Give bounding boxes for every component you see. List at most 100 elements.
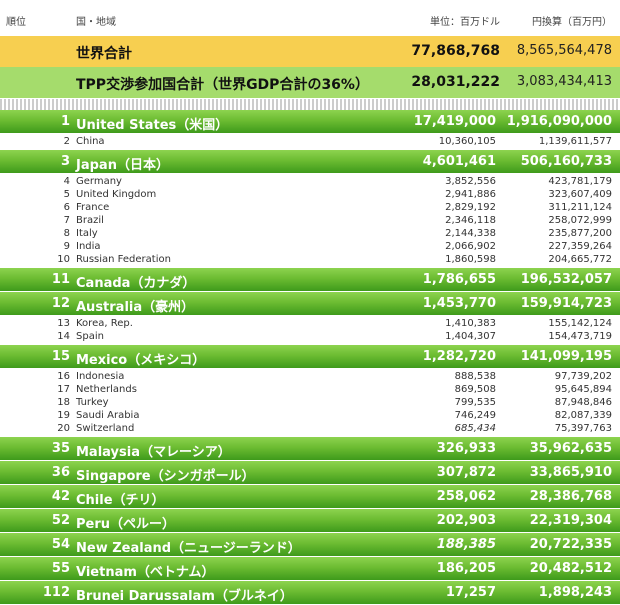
country-row: 16 Indonesia 888,538 97,739,202	[0, 371, 620, 384]
gdp-usd: 17,419,000	[413, 114, 496, 129]
gdp-jpy: 75,397,763	[554, 423, 612, 434]
header-country: 国・地域	[76, 17, 116, 28]
gdp-usd: 186,205	[436, 561, 496, 576]
country-row: 18 Turkey 799,535 87,948,846	[0, 397, 620, 410]
rank-cell: 19	[57, 410, 70, 421]
rank-cell: 5	[63, 189, 70, 200]
tpp-total-row: TPP交渉参加国合計（世界GDP合計の36%） 28,031,222 3,083…	[0, 67, 620, 98]
country-name: Peru（ペルー）	[76, 517, 176, 532]
gdp-usd: 2,941,886	[445, 189, 496, 200]
rank-cell: 18	[57, 397, 70, 408]
gdp-usd: 2,144,338	[445, 228, 496, 239]
gdp-jpy: 1,916,090,000	[506, 114, 612, 129]
gdp-jpy: 35,962,635	[529, 441, 612, 456]
country-row: 7 Brazil 2,346,118 258,072,999	[0, 215, 620, 228]
country-name: Indonesia	[76, 371, 125, 382]
rank-cell: 10	[57, 254, 70, 265]
rank-cell: 15	[51, 349, 70, 364]
world-total-row: 世界合計 77,868,768 8,565,564,478	[0, 36, 620, 67]
country-row: 8 Italy 2,144,338 235,877,200	[0, 228, 620, 241]
rank-cell: 35	[51, 441, 70, 456]
country-name: Korea, Rep.	[76, 318, 133, 329]
tpp-country-row: 35 Malaysia（マレーシア） 326,933 35,962,635	[0, 437, 620, 461]
tpp-country-row: 112 Brunei Darussalam（ブルネイ） 17,257 1,898,24…	[0, 581, 620, 605]
country-rows: 1 United States（米国） 17,419,000 1,916,090,00…	[0, 110, 620, 605]
gdp-jpy: 20,482,512	[529, 561, 612, 576]
country-name: Brunei Darussalam（ブルネイ）	[76, 589, 293, 604]
country-name: Canada（カナダ）	[76, 276, 196, 291]
gdp-jpy: 154,473,719	[548, 331, 612, 342]
country-name: Switzerland	[76, 423, 135, 434]
country-name: Brazil	[76, 215, 104, 226]
gdp-usd: 2,346,118	[445, 215, 496, 226]
gdp-jpy: 506,160,733	[520, 154, 612, 169]
gdp-jpy: 155,142,124	[548, 318, 612, 329]
country-name: Japan（日本）	[76, 158, 169, 173]
tpp-country-row: 52 Peru（ペルー） 202,903 22,319,304	[0, 509, 620, 533]
rank-cell: 55	[51, 561, 70, 576]
country-row: 13 Korea, Rep. 1,410,383 155,142,124	[0, 318, 620, 331]
tpp-country-row: 15 Mexico（メキシコ） 1,282,720 141,099,195	[0, 345, 620, 369]
gdp-jpy: 235,877,200	[548, 228, 612, 239]
tpp-country-row: 54 New Zealand（ニュージーランド） 188,385 20,722,335	[0, 533, 620, 557]
gdp-jpy: 1,898,243	[538, 585, 612, 600]
rank-cell: 1	[60, 114, 70, 129]
rank-cell: 112	[42, 585, 70, 600]
rank-cell: 13	[57, 318, 70, 329]
gdp-jpy: 1,139,611,577	[538, 136, 612, 147]
country-name: Malaysia（マレーシア）	[76, 445, 231, 460]
country-name: New Zealand（ニュージーランド）	[76, 541, 301, 556]
world-total-usd: 77,868,768	[411, 43, 500, 59]
country-name: Russian Federation	[76, 254, 171, 265]
country-name: Turkey	[76, 397, 109, 408]
gdp-jpy: 323,607,409	[548, 189, 612, 200]
gdp-usd: 869,508	[454, 384, 496, 395]
country-row: 17 Netherlands 869,508 95,645,894	[0, 384, 620, 397]
country-name: Spain	[76, 331, 104, 342]
tpp-total-label: TPP交渉参加国合計（世界GDP合計の36%）	[76, 77, 369, 93]
gdp-ranking-table: 順位 国・地域 単位：百万ドル 円換算（百万円） 世界合計 77,868,768…	[0, 0, 620, 605]
rank-cell: 12	[51, 296, 70, 311]
country-row: 6 France 2,829,192 311,211,124	[0, 202, 620, 215]
gdp-jpy: 97,739,202	[554, 371, 612, 382]
country-name: China	[76, 136, 105, 147]
rank-cell: 3	[60, 154, 70, 169]
gdp-jpy: 204,665,772	[548, 254, 612, 265]
gdp-jpy: 258,072,999	[548, 215, 612, 226]
gdp-usd: 258,062	[436, 489, 496, 504]
tpp-country-row: 55 Vietnam（ベトナム） 186,205 20,482,512	[0, 557, 620, 581]
gdp-usd: 1,453,770	[422, 296, 496, 311]
gdp-jpy: 82,087,339	[554, 410, 612, 421]
gdp-usd: 685,434	[454, 423, 496, 434]
country-name: Italy	[76, 228, 98, 239]
header-rank: 順位	[6, 17, 26, 28]
rank-cell: 52	[51, 513, 70, 528]
country-row: 4 Germany 3,852,556 423,781,179	[0, 176, 620, 189]
gdp-usd: 888,538	[454, 371, 496, 382]
gdp-usd: 799,535	[454, 397, 496, 408]
gdp-jpy: 33,865,910	[529, 465, 612, 480]
rank-cell: 17	[57, 384, 70, 395]
gdp-jpy: 423,781,179	[548, 176, 612, 187]
gdp-usd: 188,385	[436, 537, 496, 552]
country-row: 10 Russian Federation 1,860,598 204,665,772	[0, 254, 620, 267]
gdp-jpy: 22,319,304	[529, 513, 612, 528]
rank-cell: 16	[57, 371, 70, 382]
tpp-country-row: 3 Japan（日本） 4,601,461 506,160,733	[0, 150, 620, 174]
gdp-usd: 202,903	[436, 513, 496, 528]
country-name: Australia（豪州）	[76, 300, 195, 315]
gdp-jpy: 196,532,057	[520, 272, 612, 287]
tpp-country-row: 12 Australia（豪州） 1,453,770 159,914,723	[0, 292, 620, 316]
gdp-jpy: 227,359,264	[548, 241, 612, 252]
tpp-country-row: 36 Singapore（シンガポール） 307,872 33,865,910	[0, 461, 620, 485]
gdp-usd: 1,860,598	[445, 254, 496, 265]
tpp-total-usd: 28,031,222	[411, 74, 500, 90]
country-name: Vietnam（ベトナム）	[76, 565, 215, 580]
world-total-jpy: 8,565,564,478	[516, 43, 612, 58]
gdp-usd: 2,829,192	[445, 202, 496, 213]
gdp-usd: 1,282,720	[422, 349, 496, 364]
country-name: United Kingdom	[76, 189, 157, 200]
gdp-usd: 326,933	[436, 441, 496, 456]
gdp-jpy: 87,948,846	[554, 397, 612, 408]
gdp-jpy: 159,914,723	[520, 296, 612, 311]
